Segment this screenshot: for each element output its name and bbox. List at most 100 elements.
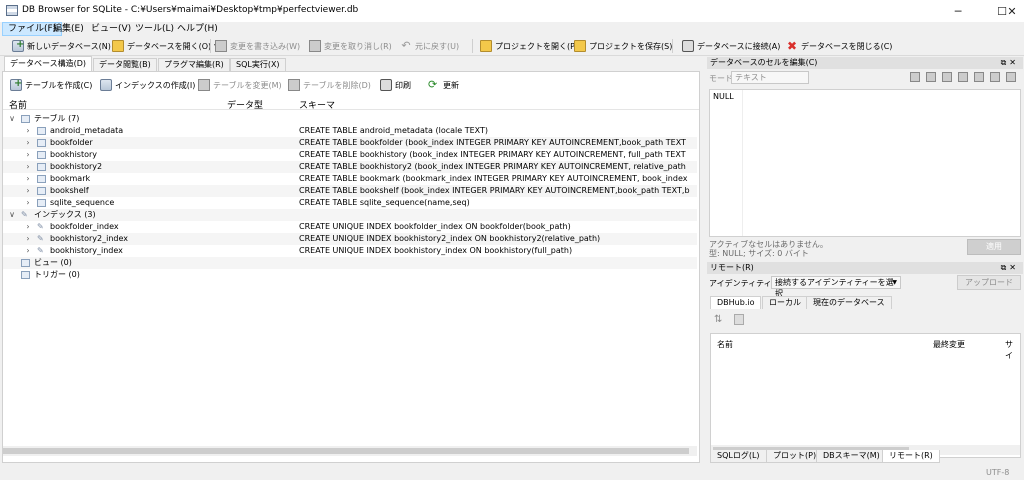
- upload-button[interactable]: アップロード: [957, 275, 1021, 290]
- chevron-right-icon[interactable]: ›: [23, 197, 33, 209]
- open-database-button[interactable]: データベースを開く(O) ▼: [112, 38, 219, 54]
- chevron-right-icon[interactable]: ›: [23, 161, 33, 173]
- column-remote-name[interactable]: 名前: [717, 339, 733, 350]
- index-row[interactable]: › ✎ bookfolder_index CREATE UNIQUE INDEX…: [3, 221, 697, 233]
- close-database-button[interactable]: ✖ データベースを閉じる(C): [786, 38, 892, 54]
- chevron-right-icon[interactable]: ›: [23, 137, 33, 149]
- tab-sql-log[interactable]: SQLログ(L): [710, 450, 767, 463]
- remote-title: リモート(R) ⧉✕: [707, 262, 1023, 274]
- chevron-right-icon[interactable]: ›: [23, 125, 33, 137]
- index-row[interactable]: › ✎ bookhistory2_index CREATE UNIQUE IND…: [3, 233, 697, 245]
- chevron-right-icon[interactable]: ›: [23, 185, 33, 197]
- table-row[interactable]: › bookhistory2 CREATE TABLE bookhistory2…: [3, 161, 697, 173]
- remote-file-list[interactable]: 名前 最終変更 サイ: [710, 333, 1021, 458]
- refresh-remote-icon[interactable]: ⇅: [714, 314, 722, 325]
- scrollbar-thumb[interactable]: [3, 448, 689, 454]
- clone-icon[interactable]: [734, 314, 744, 325]
- column-type[interactable]: データ型: [227, 98, 263, 111]
- minimize-button[interactable]: ─: [936, 0, 980, 22]
- tab-current-database[interactable]: 現在のデータベース: [806, 296, 892, 309]
- cell-info-line2: 型: NULL; サイズ: 0 バイト: [709, 249, 809, 258]
- chevron-right-icon[interactable]: ›: [23, 245, 33, 257]
- create-index-button[interactable]: インデックスの作成(I): [100, 77, 195, 93]
- auto-format-icon[interactable]: [910, 72, 920, 82]
- chevron-right-icon[interactable]: ›: [23, 149, 33, 161]
- refresh-button[interactable]: ⟳ 更新: [428, 77, 459, 93]
- chevron-right-icon[interactable]: ›: [23, 233, 33, 245]
- copy-icon[interactable]: [1006, 72, 1016, 82]
- table-row[interactable]: › bookhistory CREATE TABLE bookhistory (…: [3, 149, 697, 161]
- menu-edit[interactable]: 編集(E): [48, 22, 89, 36]
- open-project-button[interactable]: プロジェクトを開く(P): [480, 38, 578, 54]
- revert-changes-icon: [309, 40, 321, 52]
- main-toolbar: 新しいデータベース(N) データベースを開く(O) ▼ 変更を書き込み(W) 変…: [0, 36, 1024, 56]
- print-button[interactable]: 印刷: [380, 77, 411, 93]
- table-row[interactable]: › bookmark CREATE TABLE bookmark (bookma…: [3, 173, 697, 185]
- tab-browse-data[interactable]: データ閲覧(B): [93, 58, 157, 71]
- tab-db-schema[interactable]: DBスキーマ(M): [816, 450, 887, 463]
- save-project-button[interactable]: プロジェクトを保存(S): [574, 38, 672, 54]
- chevron-right-icon[interactable]: ›: [23, 221, 33, 233]
- dock-buttons[interactable]: ⧉✕: [1001, 262, 1019, 274]
- tab-plot[interactable]: プロット(P): [766, 450, 824, 463]
- table-row[interactable]: › android_metadata CREATE TABLE android_…: [3, 125, 697, 137]
- new-database-button[interactable]: 新しいデータベース(N): [12, 38, 111, 54]
- column-name[interactable]: 名前: [9, 98, 27, 111]
- tree-group-indexes[interactable]: ∨ ✎ インデックス (3): [3, 209, 697, 221]
- chevron-down-icon[interactable]: ∨: [7, 209, 17, 221]
- tab-local[interactable]: ローカル: [762, 296, 808, 309]
- column-last-modified[interactable]: 最終変更: [933, 339, 965, 350]
- encoding-label: UTF-8: [986, 468, 1010, 477]
- modify-table-button[interactable]: テーブルを変更(M): [198, 77, 282, 93]
- tree-group-views[interactable]: ビュー (0): [3, 257, 697, 269]
- close-window-button[interactable]: ✕: [1000, 0, 1024, 22]
- tab-database-structure[interactable]: データベース構造(D): [4, 56, 93, 71]
- tab-edit-pragmas[interactable]: プラグマ編集(R): [158, 58, 230, 71]
- new-database-icon: [12, 39, 24, 52]
- menu-help[interactable]: ヘルプ(H): [172, 22, 223, 36]
- revert-changes-button[interactable]: 変更を取り消し(R): [309, 38, 392, 54]
- table-row[interactable]: › bookshelf CREATE TABLE bookshelf (book…: [3, 185, 697, 197]
- tab-remote[interactable]: リモート(R): [882, 450, 940, 463]
- toolbar-separator: [672, 39, 673, 53]
- tree-header: 名前 データ型 スキーマ: [3, 97, 699, 111]
- table-row[interactable]: › sqlite_sequence CREATE TABLE sqlite_se…: [3, 197, 697, 209]
- export-icon[interactable]: [958, 72, 968, 82]
- word-wrap-icon[interactable]: [926, 72, 936, 82]
- print-cell-icon[interactable]: [990, 72, 1000, 82]
- column-size[interactable]: サイ: [1005, 339, 1020, 361]
- save-project-icon: [574, 40, 586, 52]
- toolbar-separator: [210, 39, 211, 53]
- chevron-right-icon[interactable]: ›: [23, 173, 33, 185]
- apply-button[interactable]: 適用: [967, 239, 1021, 255]
- cell-editor[interactable]: NULL: [709, 89, 1021, 237]
- tab-execute-sql[interactable]: SQL実行(X): [230, 58, 286, 71]
- delete-table-button[interactable]: テーブルを削除(D): [288, 77, 371, 93]
- tree-group-tables[interactable]: ∨ テーブル (7): [3, 113, 697, 125]
- import-icon[interactable]: [942, 72, 952, 82]
- identity-label: アイデンティティー: [709, 279, 780, 288]
- create-table-button[interactable]: テーブルを作成(C): [10, 77, 92, 93]
- title-bar: DB Browser for SQLite - C:¥Users¥maimai¥…: [0, 0, 1024, 22]
- chevron-down-icon: ▼: [892, 279, 897, 286]
- main-tab-bar: データベース構造(D) データ閲覧(B) プラグマ編集(R) SQL実行(X): [0, 56, 700, 71]
- attach-database-button[interactable]: データベースに接続(A): [682, 38, 780, 54]
- create-table-icon: [10, 78, 22, 91]
- undo-button[interactable]: ↶ 元に戻す(U): [400, 38, 459, 54]
- tab-dbhub[interactable]: DBHub.io: [710, 296, 762, 309]
- menu-view[interactable]: ビュー(V): [86, 22, 136, 36]
- column-schema[interactable]: スキーマ: [299, 98, 335, 111]
- write-changes-icon: [215, 40, 227, 52]
- index-row[interactable]: › ✎ bookhistory_index CREATE UNIQUE INDE…: [3, 245, 697, 257]
- table-row[interactable]: › bookfolder CREATE TABLE bookfolder (bo…: [3, 137, 697, 149]
- horizontal-scrollbar[interactable]: [3, 446, 697, 456]
- tree-group-triggers[interactable]: トリガー (0): [3, 269, 697, 281]
- identity-select[interactable]: 接続するアイデンティティーを選択 ▼: [771, 276, 901, 298]
- null-icon[interactable]: [974, 72, 984, 82]
- dock-buttons[interactable]: ⧉✕: [1001, 57, 1019, 69]
- refresh-icon: ⟳: [428, 78, 438, 91]
- view-icon: [21, 259, 30, 267]
- chevron-down-icon[interactable]: ∨: [7, 113, 17, 125]
- mode-select[interactable]: テキスト: [731, 71, 809, 84]
- write-changes-button[interactable]: 変更を書き込み(W): [215, 38, 300, 54]
